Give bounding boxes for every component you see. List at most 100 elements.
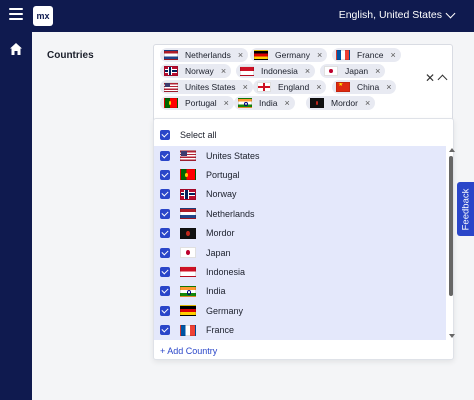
country-option[interactable]: France: [154, 321, 446, 340]
option-label: Indonesia: [206, 266, 246, 277]
country-chip: Japan ×: [320, 64, 386, 78]
flag-icon: [180, 227, 196, 239]
country-option-list: Unites States Portugal Norway Netherlands Mo…: [154, 146, 446, 340]
country-option[interactable]: Japan: [154, 243, 446, 262]
flag-icon: [180, 247, 196, 258]
flag-icon: [324, 66, 338, 76]
flag-icon: [180, 266, 196, 278]
select-all-label: Select all: [180, 129, 217, 140]
country-chip: China ×: [332, 80, 397, 94]
option-checkbox[interactable]: [160, 169, 170, 180]
country-chip: Unites States ×: [160, 80, 253, 94]
feedback-button[interactable]: Feedback: [457, 182, 474, 236]
country-option[interactable]: Germany: [154, 301, 446, 320]
remove-chip-icon[interactable]: ×: [284, 98, 289, 108]
country-option[interactable]: Norway: [154, 185, 446, 204]
country-option[interactable]: Unites States: [154, 146, 446, 165]
language-label: English, United States: [338, 9, 442, 21]
remove-chip-icon[interactable]: ×: [390, 50, 395, 60]
option-label: India: [206, 286, 226, 297]
scroll-thumb[interactable]: [449, 156, 453, 296]
country-chip: Germany ×: [250, 48, 328, 62]
country-chip: France ×: [332, 48, 401, 62]
scroll-down-icon[interactable]: [449, 334, 455, 338]
option-checkbox[interactable]: [160, 150, 170, 161]
flag-icon: [164, 98, 178, 108]
chevron-down-icon: [445, 8, 456, 18]
flag-icon: [180, 150, 196, 161]
top-bar: mx English, United States: [0, 0, 474, 32]
flag-icon: [180, 208, 196, 220]
country-chip: England ×: [253, 80, 327, 94]
flag-icon: [336, 50, 350, 60]
chevron-up-icon[interactable]: [437, 74, 448, 85]
option-label: Portugal: [206, 169, 240, 180]
flag-icon: [180, 188, 196, 200]
chip-label: France: [357, 50, 384, 60]
option-label: Mordor: [206, 228, 235, 239]
sidebar: [0, 32, 32, 400]
country-option[interactable]: Netherlands: [154, 204, 446, 223]
countries-multiselect[interactable]: Netherlands × Germany × France × Norway × Indone…: [153, 44, 453, 123]
remove-chip-icon[interactable]: ×: [238, 50, 243, 60]
flag-icon: [180, 305, 196, 317]
remove-chip-icon[interactable]: ×: [317, 50, 322, 60]
flag-icon: [257, 82, 271, 92]
hamburger-menu-icon[interactable]: [9, 8, 23, 22]
country-chip: India ×: [234, 96, 295, 110]
chip-label: India: [259, 98, 278, 108]
remove-chip-icon[interactable]: ×: [221, 66, 226, 76]
flag-icon: [180, 169, 196, 181]
option-checkbox[interactable]: [160, 325, 170, 336]
remove-chip-icon[interactable]: ×: [375, 66, 380, 76]
country-option[interactable]: India: [154, 282, 446, 301]
chip-label: England: [278, 82, 310, 92]
remove-chip-icon[interactable]: ×: [386, 82, 391, 92]
option-label: Germany: [206, 305, 244, 316]
flag-icon: [164, 82, 178, 92]
country-option[interactable]: Portugal: [154, 165, 446, 184]
chip-label: Mordor: [331, 98, 358, 108]
dropdown-scrollbar[interactable]: [447, 146, 455, 340]
clear-selection-icon[interactable]: ✕: [425, 71, 435, 85]
chip-label: Portugal: [185, 98, 217, 108]
chip-label: Japan: [345, 66, 369, 76]
remove-chip-icon[interactable]: ×: [365, 98, 370, 108]
country-chip: Norway ×: [160, 64, 232, 78]
add-country-button[interactable]: + Add Country: [160, 346, 217, 356]
chip-label: China: [357, 82, 380, 92]
scroll-up-icon[interactable]: [449, 148, 455, 152]
home-icon[interactable]: [9, 42, 23, 56]
main-content: Countries Netherlands × Germany × France × Nor…: [32, 32, 474, 400]
option-checkbox[interactable]: [160, 228, 170, 239]
flag-icon: [180, 324, 196, 336]
select-all-checkbox[interactable]: [160, 129, 170, 140]
country-chip: Mordor ×: [306, 96, 376, 110]
flag-icon: [164, 50, 178, 60]
option-checkbox[interactable]: [160, 286, 170, 297]
remove-chip-icon[interactable]: ×: [243, 82, 248, 92]
countries-dropdown: Select all Unites States Portugal Norway Ne…: [153, 118, 455, 360]
country-option[interactable]: Mordor: [154, 224, 446, 243]
remove-chip-icon[interactable]: ×: [224, 98, 229, 108]
feedback-label: Feedback: [460, 188, 472, 230]
language-selector[interactable]: English, United States: [338, 8, 456, 21]
option-checkbox[interactable]: [160, 305, 170, 316]
remove-chip-icon[interactable]: ×: [305, 66, 310, 76]
option-label: Norway: [206, 189, 237, 200]
country-chip: Portugal ×: [160, 96, 234, 110]
option-checkbox[interactable]: [160, 189, 170, 200]
option-checkbox[interactable]: [160, 247, 170, 258]
countries-label: Countries: [47, 50, 94, 61]
select-all-option[interactable]: Select all: [154, 125, 455, 144]
option-label: Unites States: [206, 150, 260, 161]
option-checkbox[interactable]: [160, 208, 170, 219]
chip-label: Germany: [275, 50, 310, 60]
option-checkbox[interactable]: [160, 266, 170, 277]
country-option[interactable]: Indonesia: [154, 262, 446, 281]
option-label: France: [206, 325, 235, 336]
remove-chip-icon[interactable]: ×: [316, 82, 321, 92]
flag-icon: [240, 66, 254, 76]
flag-icon: [238, 98, 252, 108]
option-label: Japan: [206, 247, 231, 258]
